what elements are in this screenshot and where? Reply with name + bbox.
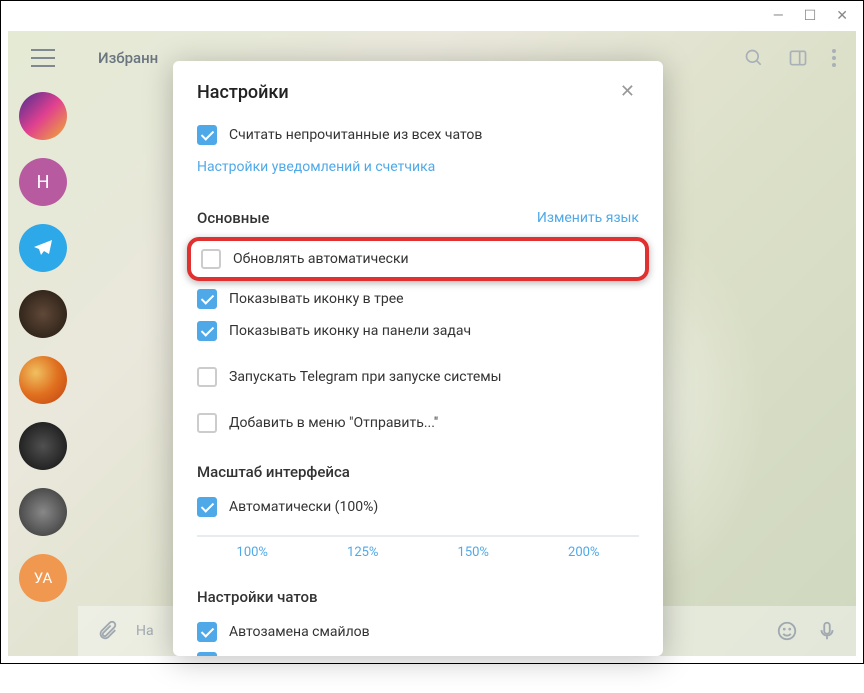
telegram-icon (31, 236, 55, 260)
chat-avatar[interactable]: УА (19, 554, 67, 602)
modal-header: Настройки ✕ (173, 61, 663, 119)
checkbox-label: Показывать иконку на панели задач (229, 323, 471, 339)
autostart-checkbox[interactable]: Запускать Telegram при запуске системы (197, 361, 639, 393)
modal-body: Считать непрочитанные из всех чатов Наст… (173, 119, 663, 656)
close-modal-button[interactable]: ✕ (616, 79, 639, 105)
section-title: Основные (197, 209, 269, 227)
chat-avatar[interactable] (19, 224, 67, 272)
checkbox-icon (197, 652, 217, 656)
checkbox-label: Считать непрочитанные из всех чатов (229, 127, 482, 143)
search-icon[interactable] (744, 48, 764, 68)
scale-option-100[interactable]: 100% (197, 545, 308, 560)
emoji-replace-checkbox[interactable]: Автозамена смайлов (197, 616, 639, 648)
scale-option-150[interactable]: 150% (418, 545, 529, 560)
checkbox-label: Автозамена смайлов (229, 624, 370, 640)
hamburger-menu-icon[interactable] (31, 49, 55, 67)
chat-avatar[interactable] (19, 92, 67, 140)
checkbox-label: Добавить в меню "Отправить..." (229, 415, 438, 431)
checkbox-icon (197, 622, 217, 642)
chats-section-header: Настройки чатов (197, 588, 639, 606)
send-to-menu-checkbox[interactable]: Добавить в меню "Отправить..." (197, 407, 639, 439)
checkbox-icon (197, 125, 217, 145)
chat-avatar[interactable]: Н (19, 158, 67, 206)
checkbox-label: Автоматически (100%) (229, 499, 378, 515)
highlighted-option: Обновлять автоматически (187, 237, 649, 281)
notification-settings-link[interactable]: Настройки уведомлений и счетчика (197, 151, 639, 181)
checkbox-icon (197, 367, 217, 387)
sidebar-toggle-icon[interactable] (788, 48, 808, 68)
chat-title: Избранн (98, 49, 158, 67)
scale-section: Масштаб интерфейса Автоматически (100%) … (197, 463, 639, 566)
general-section-header: Основные Изменить язык (197, 209, 639, 227)
more-options-icon[interactable] (832, 49, 836, 67)
checkbox-icon (197, 497, 217, 517)
chat-avatar[interactable] (19, 422, 67, 470)
checkbox-icon (197, 289, 217, 309)
auto-scale-checkbox[interactable]: Автоматически (100%) (197, 491, 639, 523)
tray-icon-checkbox[interactable]: Показывать иконку в трее (197, 283, 639, 315)
chat-avatar[interactable] (19, 290, 67, 338)
checkbox-label: Запускать Telegram при запуске системы (229, 369, 502, 385)
change-language-link[interactable]: Изменить язык (537, 210, 639, 226)
sidebar: Н УА (8, 31, 78, 693)
checkbox-icon (201, 249, 221, 269)
checkbox-icon (197, 413, 217, 433)
window-controls: — ☐ ✕ (758, 1, 863, 31)
chat-avatar[interactable] (19, 356, 67, 404)
unread-all-chats-checkbox[interactable]: Считать непрочитанные из всех чатов (197, 119, 639, 151)
scale-option-125[interactable]: 125% (308, 545, 419, 560)
emoji-icon[interactable] (776, 620, 798, 642)
close-window-button[interactable]: ✕ (836, 8, 848, 24)
taskbar-icon-checkbox[interactable]: Показывать иконку на панели задач (197, 315, 639, 347)
scale-options: 100% 125% 150% 200% (197, 535, 639, 566)
section-title: Настройки чатов (197, 588, 318, 606)
voice-icon[interactable] (816, 620, 838, 642)
attach-icon[interactable] (96, 620, 118, 642)
partial-checkbox[interactable] (197, 646, 639, 656)
chat-avatar[interactable] (19, 488, 67, 536)
checkbox-label: Обновлять автоматически (233, 251, 409, 267)
maximize-button[interactable]: ☐ (804, 8, 817, 24)
settings-modal: Настройки ✕ Считать непрочитанные из все… (173, 61, 663, 656)
scale-section-title: Масштаб интерфейса (197, 463, 639, 481)
minimize-button[interactable]: — (773, 8, 784, 24)
checkbox-icon (197, 321, 217, 341)
checkbox-label: Показывать иконку в трее (229, 291, 404, 307)
scale-option-200[interactable]: 200% (529, 545, 640, 560)
modal-title: Настройки (197, 82, 289, 103)
auto-update-checkbox[interactable]: Обновлять автоматически (197, 245, 639, 273)
